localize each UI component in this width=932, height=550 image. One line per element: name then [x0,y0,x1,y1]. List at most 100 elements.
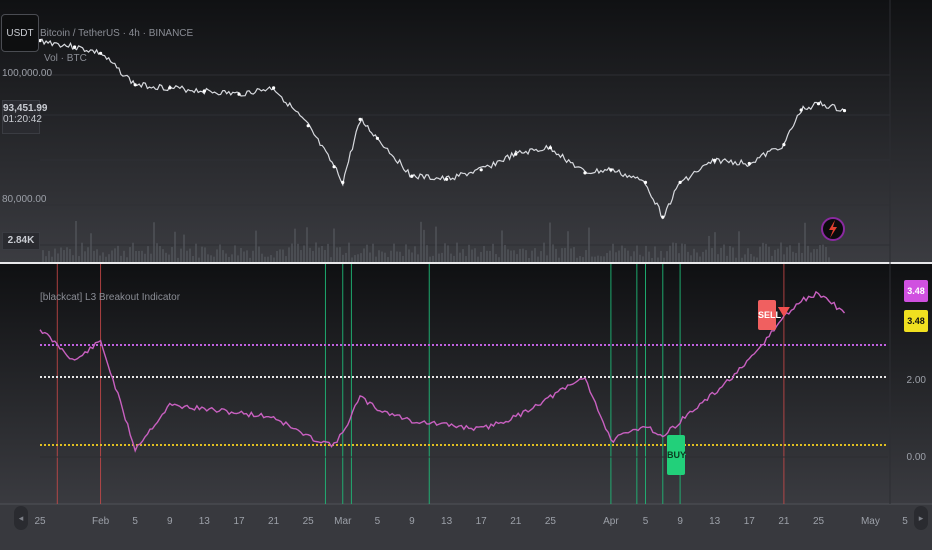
volume-bar [423,229,425,262]
volume-bar [96,249,98,262]
price-axis-label-mid: 80,000.00 [2,194,47,205]
volume-bar [687,251,689,262]
volume-bar [519,248,521,262]
volume-bar [153,222,155,262]
volume-bar [753,256,755,262]
volume-bar [531,250,533,262]
volume-bar [816,249,818,262]
price-point [306,124,310,128]
flash-icon[interactable] [821,217,845,241]
volume-bar [156,243,158,262]
indicator-value-badge-lower: 3.48 [904,310,928,332]
indicator-axis-label-0: 0.00 [906,452,926,463]
volume-bar [84,251,86,262]
currency-button[interactable]: USDT [1,14,39,52]
volume-bar [150,253,152,262]
time-axis-tick: 25 [544,516,556,527]
volume-bar [48,250,50,262]
price-point [202,89,206,93]
volume-bar [333,228,335,262]
price-point [445,177,449,181]
volume-bar [171,247,173,262]
volume-bar [363,248,365,262]
volume-bar [582,257,584,262]
volume-bar [765,243,767,262]
time-axis-tick: 17 [233,516,245,527]
volume-bar [789,245,791,262]
volume-bar [492,243,494,262]
volume-bar [549,222,551,262]
volume-bar [318,247,320,262]
volume-bar [720,247,722,262]
volume-bar [69,249,71,262]
volume-bar [165,252,167,262]
volume-bar [108,254,110,262]
volume-bar [138,250,140,262]
volume-bar [258,246,260,262]
volume-bar [801,252,803,262]
volume-bar [696,252,698,262]
volume-bar [591,256,593,262]
current-price-tag: 93,451.99 01:20:42 [2,100,48,134]
volume-bar [393,243,395,262]
volume-bar [186,250,188,262]
time-axis-tick: 9 [167,516,173,527]
volume-bar [246,250,248,262]
indicator-axis-label-2: 2.00 [906,375,926,386]
volume-bar [249,257,251,262]
volume-bar [243,251,245,262]
volume-bar [198,257,200,262]
volume-bar [750,253,752,262]
volume-bar [132,242,134,262]
symbol-title[interactable]: Bitcoin / TetherUS · 4h · BINANCE [40,28,193,39]
volume-bar [402,255,404,262]
price-point [548,146,553,150]
volume-bar [378,250,380,262]
time-axis-tick: 13 [709,516,721,527]
volume-bar [75,220,77,262]
volume-bar [663,257,665,262]
volume-bar [120,255,122,262]
volume-bar [795,253,797,262]
volume-bar [345,252,347,262]
volume-bar [126,257,128,262]
volume-bar [51,256,53,262]
time-axis-tick: May [860,516,880,527]
volume-bar [600,256,602,262]
volume-bar [705,249,707,262]
time-axis-tick: 5 [642,516,649,527]
volume-bar [438,253,440,262]
volume-bar [618,250,620,262]
volume-bar [42,250,44,262]
volume-bar [417,254,419,262]
indicator-title[interactable]: [blackcat] L3 Breakout Indicator [40,292,180,303]
volume-bar [639,254,641,262]
volume-bar [768,246,770,262]
chevron-right-icon[interactable]: ▸ [914,506,928,530]
volume-label[interactable]: Vol · BTC [44,53,87,64]
volume-bar [468,244,470,262]
volume-bar [507,249,509,262]
volume-bar [60,247,62,262]
volume-bar [726,255,728,262]
volume-bar [201,246,203,262]
volume-bar [597,255,599,262]
chart-canvas[interactable] [0,0,932,550]
volume-bar [684,244,686,262]
volume-bar [168,254,170,262]
volume-bar [369,252,371,262]
time-axis-bg [0,504,932,550]
volume-bar [381,251,383,262]
price-point [713,158,717,162]
volume-bar [693,248,695,262]
volume-bar [648,251,650,262]
price-point [332,165,336,169]
volume-bar [435,226,437,262]
volume-bar [741,257,743,262]
volume-bar [390,250,392,262]
volume-bar [294,228,296,262]
chevron-left-icon[interactable]: ◂ [14,506,28,530]
volume-bar [699,256,701,262]
volume-bar [117,245,119,262]
volume-bar [642,256,644,262]
